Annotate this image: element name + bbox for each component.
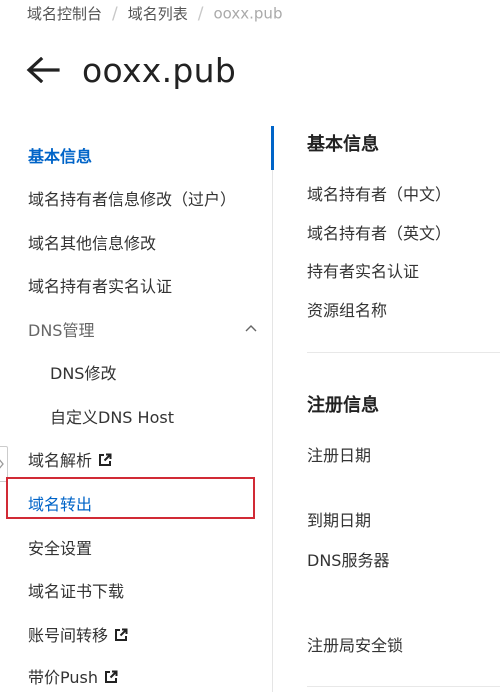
field-label-owner-cn: 域名持有者（中文） (307, 185, 452, 204)
page-title: ooxx.pub (82, 50, 237, 90)
sidebar-item-dns-modify[interactable]: DNS修改 (50, 360, 116, 384)
sidebar-item-price-push[interactable]: 带价Push (28, 664, 118, 688)
sidebar-item-label: 域名解析 (28, 451, 93, 470)
active-indicator (271, 126, 274, 170)
sidebar-item-other-info[interactable]: 域名其他信息修改 (28, 230, 156, 254)
sidebar-item-label: 域名持有者信息修改（过户） (28, 190, 237, 209)
sidebar-item-dns-resolve[interactable]: 域名解析 (28, 447, 112, 471)
field-label-dns-servers: DNS服务器 (307, 551, 390, 570)
external-link-icon (114, 627, 128, 641)
sidebar-item-custom-dns-host[interactable]: 自定义DNS Host (50, 404, 174, 428)
arrow-left-icon[interactable] (26, 55, 62, 85)
sidebar-item-realname-auth[interactable]: 域名持有者实名认证 (28, 273, 172, 297)
sidebar-item-label: 账号间转移 (28, 626, 109, 645)
chevron-right-icon (0, 459, 4, 469)
external-link-icon (104, 669, 118, 683)
sidebar-item-label: 域名其他信息修改 (28, 234, 157, 253)
field-label-expire-date: 到期日期 (307, 511, 372, 530)
sidebar-item-account-transfer[interactable]: 账号间转移 (28, 622, 128, 646)
sidebar-divider (272, 126, 273, 692)
sidebar-item-security-settings[interactable]: 安全设置 (28, 535, 92, 559)
sidebar-item-label: 域名持有者实名认证 (28, 277, 173, 296)
field-label-register-date: 注册日期 (307, 446, 372, 465)
breadcrumb-item-console[interactable]: 域名控制台 (27, 5, 102, 23)
sidebar-item-label: 基本信息 (28, 147, 93, 166)
sidebar-item-owner-change[interactable]: 域名持有者信息修改（过户） (28, 186, 236, 210)
breadcrumb-item-domain-list[interactable]: 域名列表 (128, 5, 188, 23)
sidebar-item-label: 带价Push (28, 668, 98, 687)
sidebar-item-basic-info[interactable]: 基本信息 (28, 143, 92, 167)
highlight-box (6, 477, 255, 519)
sidebar-item-label: 域名证书下载 (28, 582, 125, 601)
section-divider (307, 352, 500, 353)
sidebar-item-label: 安全设置 (28, 539, 93, 558)
sidebar-item-certificate-download[interactable]: 域名证书下载 (28, 578, 124, 602)
section-title-basic-info: 基本信息 (307, 134, 379, 155)
section-title-registration-info: 注册信息 (307, 395, 379, 416)
sidebar-item-label: 自定义DNS Host (50, 408, 174, 427)
sidebar-group-dns[interactable]: DNS管理 (28, 317, 94, 341)
section-divider (307, 686, 500, 687)
field-label-realname: 持有者实名认证 (307, 262, 420, 281)
chevron-up-icon[interactable] (244, 318, 258, 332)
breadcrumb-separator: / (197, 3, 204, 24)
field-label-registry-lock: 注册局安全锁 (307, 636, 404, 655)
field-label-resource-group: 资源组名称 (307, 301, 388, 320)
breadcrumb: 域名控制台 / 域名列表 / ooxx.pub (27, 3, 282, 24)
external-link-icon (98, 452, 112, 466)
page-header: ooxx.pub (26, 48, 236, 92)
breadcrumb-item-current: ooxx.pub (213, 4, 283, 23)
sidebar-item-label: DNS修改 (50, 364, 117, 383)
breadcrumb-separator: / (112, 3, 118, 24)
sidebar-item-label: DNS管理 (28, 321, 95, 340)
field-label-owner-en: 域名持有者（英文） (307, 224, 452, 243)
